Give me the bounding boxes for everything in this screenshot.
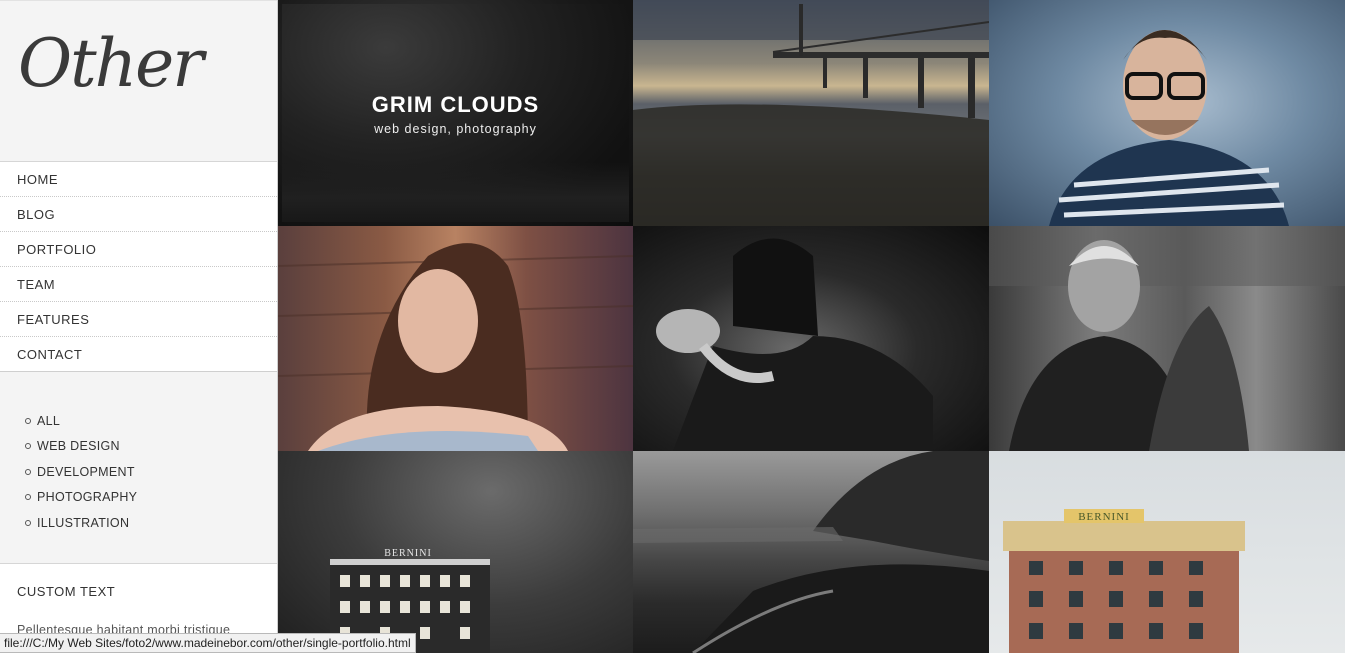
portfolio-image <box>1049 30 1289 226</box>
portfolio-item-categories: web design, photography <box>374 122 537 136</box>
portfolio-image <box>656 238 933 451</box>
nav-item-portfolio[interactable]: PORTFOLIO <box>0 232 277 267</box>
browser-status-bar: file:///C:/My Web Sites/foto2/www.madein… <box>0 633 416 653</box>
filter-label: PHOTOGRAPHY <box>37 490 138 505</box>
sidebar: Other HOME BLOG PORTFOLIO TEAM FEATURES … <box>0 0 278 653</box>
portfolio-item-rocky-beach[interactable] <box>633 451 989 653</box>
portfolio-filter: ALL WEB DESIGN DEVELOPMENT PHOTOGRAPHY I… <box>0 372 277 564</box>
image-detail <box>282 162 629 222</box>
nav-item-home[interactable]: HOME <box>0 162 277 197</box>
bullet-icon <box>25 417 31 424</box>
portfolio-image <box>633 451 989 653</box>
bullet-icon <box>25 468 31 475</box>
bullet-icon <box>25 519 31 526</box>
filter-label: DEVELOPMENT <box>37 464 135 479</box>
nav-item-contact[interactable]: CONTACT <box>0 337 277 372</box>
filter-web-design[interactable]: WEB DESIGN <box>25 434 277 460</box>
portfolio-item-pier[interactable] <box>633 0 989 226</box>
portfolio-image: BERNINI <box>1003 509 1245 653</box>
custom-text-widget: CUSTOM TEXT Pellentesque habitant morbi … <box>0 564 277 637</box>
site-logo[interactable]: Other <box>18 31 204 97</box>
portfolio-item-title: GRIM CLOUDS <box>371 92 540 117</box>
portfolio-grid: GRIM CLOUDS web design, photography BERN… <box>278 0 1345 653</box>
portfolio-image <box>278 243 633 451</box>
filter-label: ILLUSTRATION <box>37 515 130 530</box>
filter-label: WEB DESIGN <box>37 439 120 454</box>
filter-all[interactable]: ALL <box>25 408 277 434</box>
portfolio-image <box>989 226 1345 451</box>
filter-photography[interactable]: PHOTOGRAPHY <box>25 485 277 511</box>
hotel-sign: BERNINI <box>384 548 432 559</box>
portfolio-image <box>633 0 989 226</box>
portfolio-item-hotel-day[interactable]: BERNINI <box>989 451 1345 653</box>
portfolio-image: BERNINI <box>330 548 490 653</box>
nav-item-blog[interactable]: BLOG <box>0 197 277 232</box>
bullet-icon <box>25 494 31 501</box>
status-url: file:///C:/My Web Sites/foto2/www.madein… <box>4 636 411 650</box>
portfolio-item-old-man[interactable] <box>989 226 1345 451</box>
portfolio-item-grim-clouds[interactable]: GRIM CLOUDS web design, photography <box>278 0 633 226</box>
portfolio-item-portrait-man[interactable] <box>989 0 1345 226</box>
filter-illustration[interactable]: ILLUSTRATION <box>25 510 277 536</box>
portfolio-item-portrait-woman[interactable] <box>278 226 633 451</box>
logo-area: Other <box>0 0 277 162</box>
main-nav: HOME BLOG PORTFOLIO TEAM FEATURES CONTAC… <box>0 162 277 372</box>
nav-item-team[interactable]: TEAM <box>0 267 277 302</box>
nav-item-features[interactable]: FEATURES <box>0 302 277 337</box>
filter-development[interactable]: DEVELOPMENT <box>25 459 277 485</box>
widget-title: CUSTOM TEXT <box>17 584 116 599</box>
portfolio-item-hotel-night[interactable]: BERNINI <box>278 451 633 653</box>
bullet-icon <box>25 443 31 450</box>
hotel-sign: BERNINI <box>1078 511 1130 523</box>
filter-label: ALL <box>37 413 61 428</box>
portfolio-item-woman-cat[interactable] <box>633 226 989 451</box>
